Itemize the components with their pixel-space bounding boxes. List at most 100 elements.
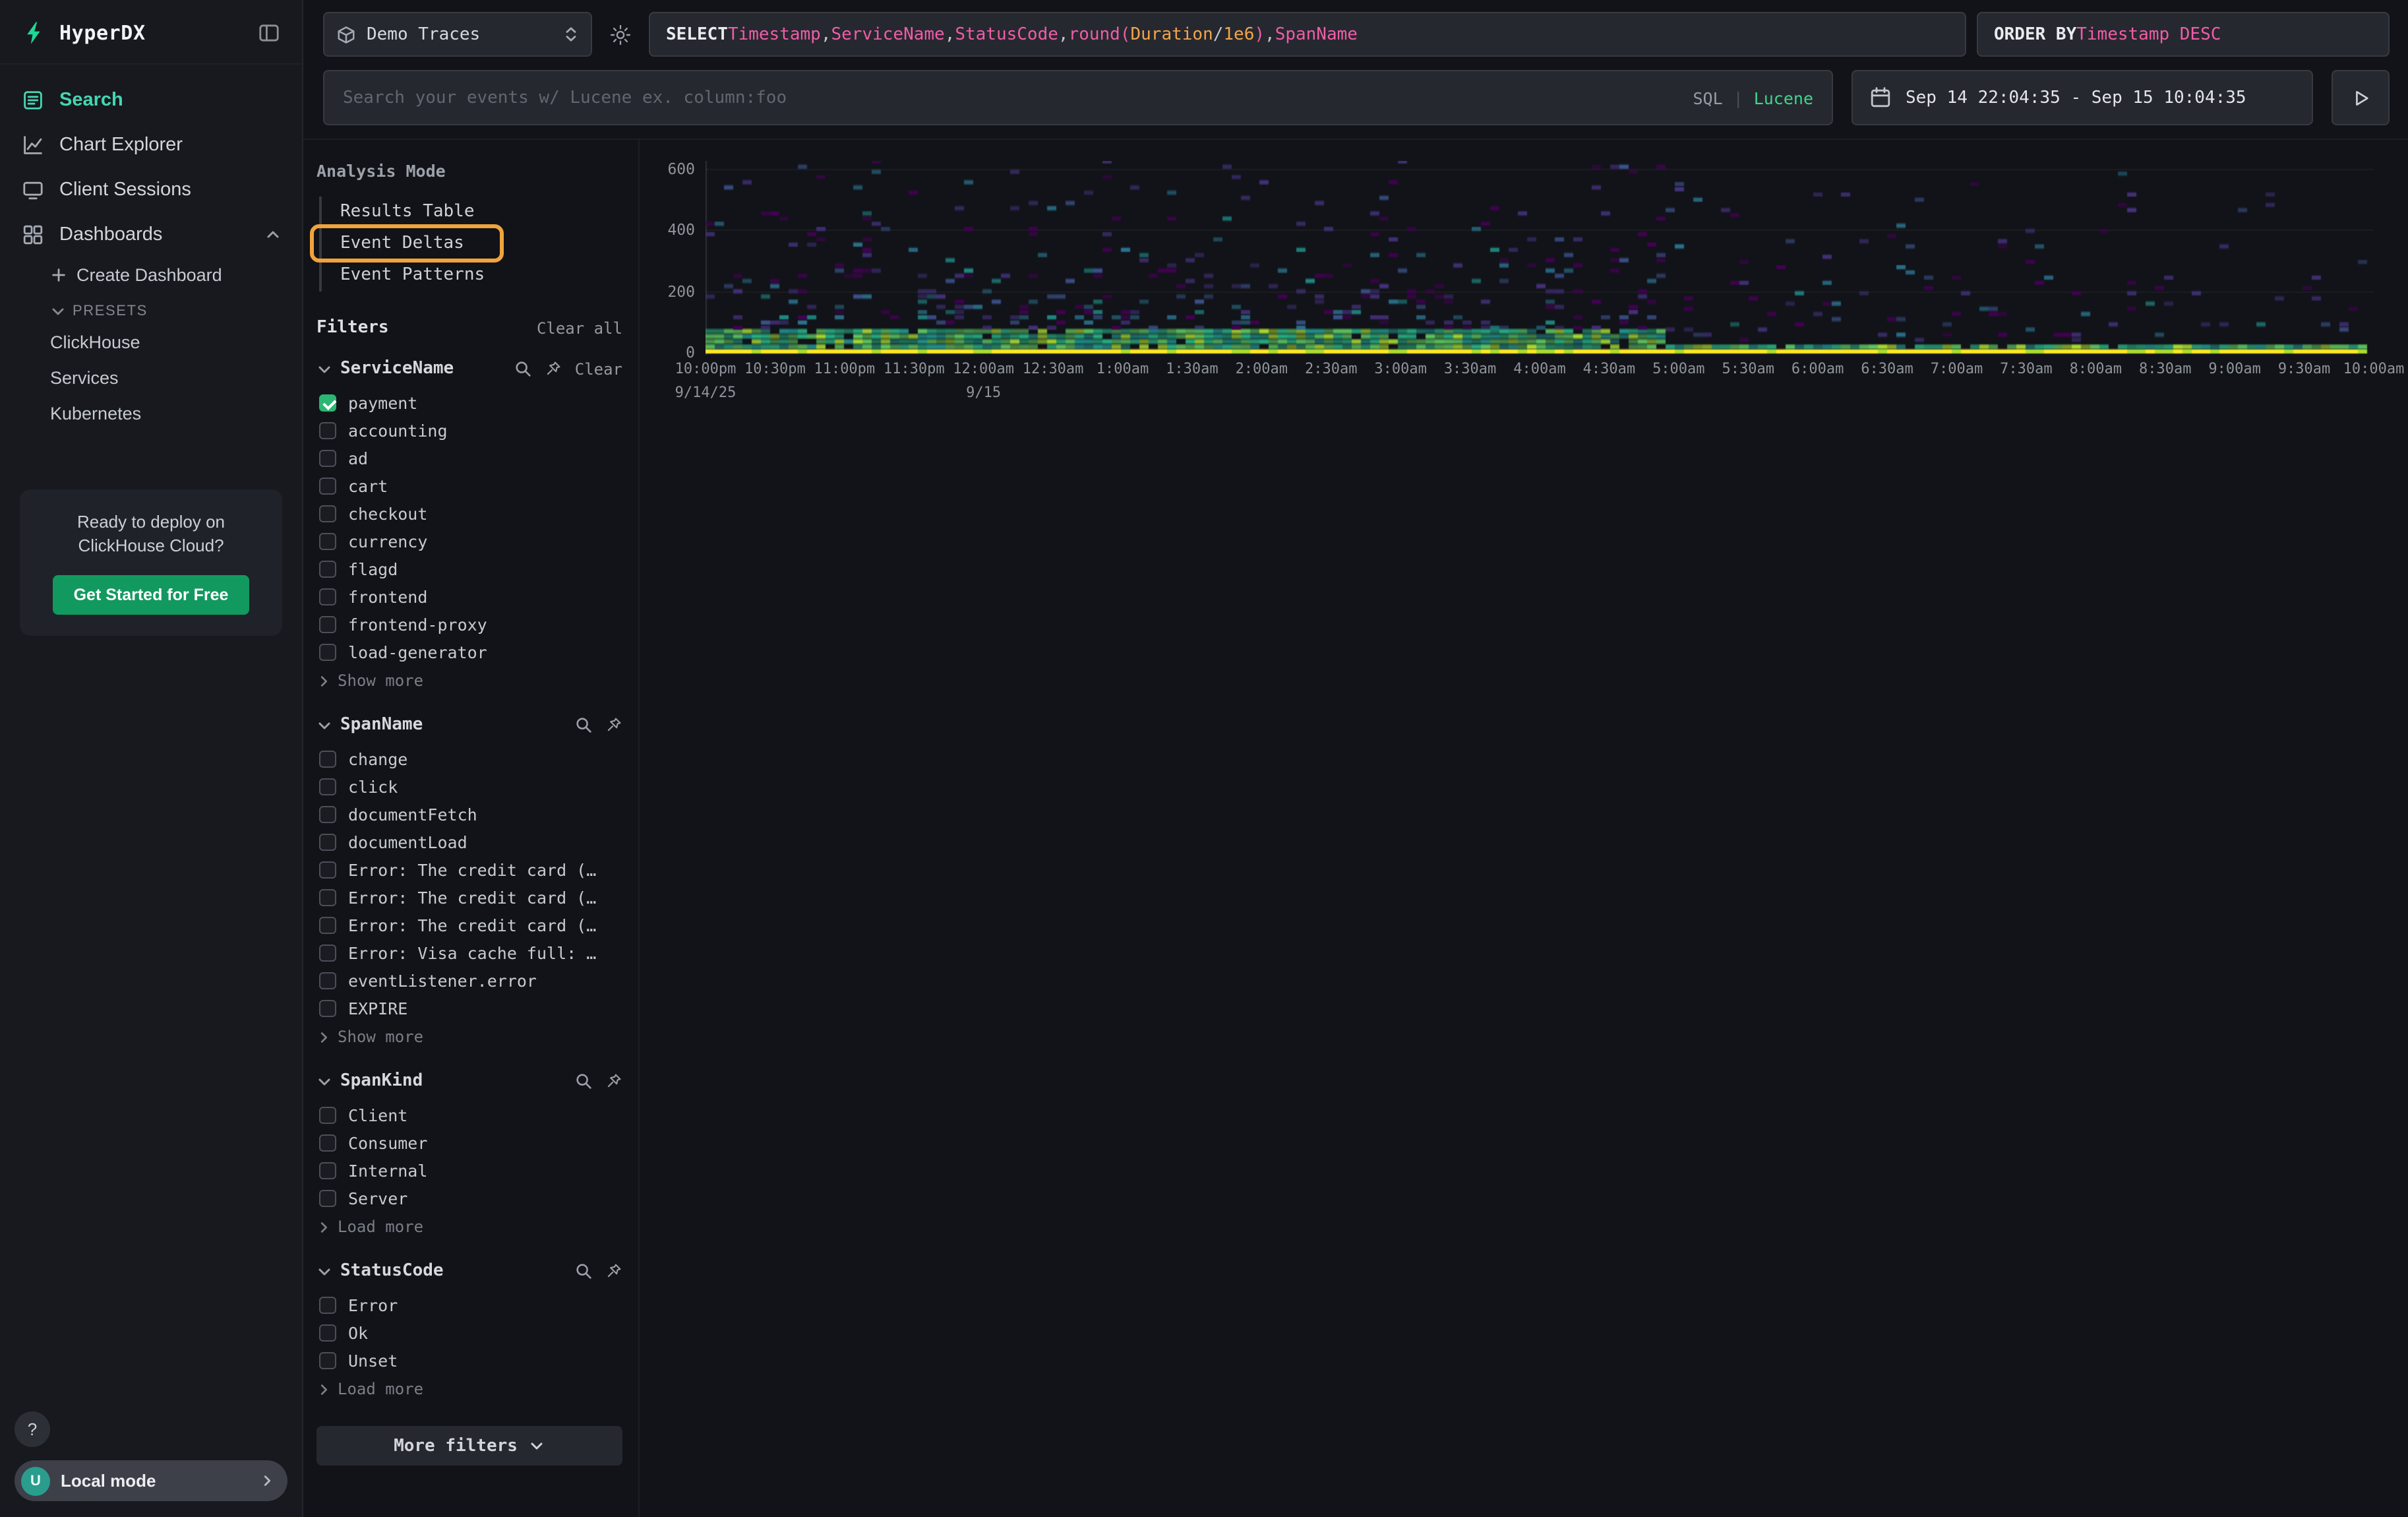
filter-option-load-generator[interactable]: load-generator xyxy=(316,638,622,666)
events-heatmap[interactable] xyxy=(706,161,2374,355)
filter-option-unset[interactable]: Unset xyxy=(316,1347,622,1375)
sidebar-item-services[interactable]: Services xyxy=(0,360,302,396)
sidebar-item-dashboards[interactable]: Dashboards xyxy=(0,212,302,257)
checkbox[interactable] xyxy=(319,1162,336,1179)
checkbox[interactable] xyxy=(319,561,336,578)
checkbox[interactable] xyxy=(319,644,336,661)
load-more-button[interactable]: Load more xyxy=(316,1214,622,1240)
source-select[interactable]: Demo Traces xyxy=(323,12,592,57)
filter-option-click[interactable]: click xyxy=(316,773,622,801)
filter-option-error-the-credit-card[interactable]: Error: The credit card (… xyxy=(316,856,622,884)
filter-section-header[interactable]: SpanName xyxy=(316,715,622,735)
filter-option-error-visa-cache-full[interactable]: Error: Visa cache full: … xyxy=(316,939,622,967)
filter-option-ad[interactable]: ad xyxy=(316,445,622,472)
run-query-button[interactable] xyxy=(2332,70,2390,125)
filter-search-icon[interactable] xyxy=(575,716,592,733)
filter-option-cart[interactable]: cart xyxy=(316,472,622,500)
checkbox[interactable] xyxy=(319,889,336,906)
checkbox[interactable] xyxy=(319,616,336,633)
checkbox[interactable] xyxy=(319,917,336,934)
filter-search-icon[interactable] xyxy=(514,360,531,377)
sidebar-item-create-dashboard[interactable]: Create Dashboard xyxy=(0,257,302,293)
checkbox[interactable] xyxy=(319,972,336,989)
get-started-button[interactable]: Get Started for Free xyxy=(53,576,250,615)
filter-option-consumer[interactable]: Consumer xyxy=(316,1129,622,1157)
lucene-mode-button[interactable]: Lucene xyxy=(1754,88,1813,108)
search-input[interactable] xyxy=(343,88,1679,108)
checkbox[interactable] xyxy=(319,1352,336,1369)
checkbox[interactable] xyxy=(319,778,336,795)
filter-option-frontend[interactable]: frontend xyxy=(316,583,622,611)
show-more-button[interactable]: Show more xyxy=(316,667,622,694)
filter-option-currency[interactable]: currency xyxy=(316,528,622,555)
filter-option-documentfetch[interactable]: documentFetch xyxy=(316,801,622,828)
checkbox[interactable] xyxy=(319,478,336,495)
sidebar-item-clickhouse[interactable]: ClickHouse xyxy=(0,325,302,360)
show-more-button[interactable]: Show more xyxy=(316,1024,622,1050)
checkbox[interactable] xyxy=(319,834,336,851)
order-by-input[interactable]: ORDER BY Timestamp DESC xyxy=(1977,12,2390,57)
sidebar-item-search[interactable]: Search xyxy=(0,78,302,123)
checkbox[interactable] xyxy=(319,806,336,823)
filter-section-header[interactable]: ServiceNameClear xyxy=(316,359,622,379)
filter-option-ok[interactable]: Ok xyxy=(316,1319,622,1347)
filter-search-icon[interactable] xyxy=(575,1262,592,1280)
filter-section-header[interactable]: SpanKind xyxy=(316,1071,622,1091)
checkbox[interactable] xyxy=(319,1107,336,1124)
filter-pin-icon[interactable] xyxy=(545,360,562,377)
local-mode-pill[interactable]: U Local mode xyxy=(15,1460,287,1501)
filter-option-checkout[interactable]: checkout xyxy=(316,500,622,528)
load-more-button[interactable]: Load more xyxy=(316,1376,622,1402)
checkbox[interactable] xyxy=(319,1297,336,1314)
filter-pin-icon[interactable] xyxy=(605,1072,622,1090)
analysis-mode-results-table[interactable]: Results Table xyxy=(322,197,622,228)
filter-option-error-the-credit-card[interactable]: Error: The credit card (… xyxy=(316,912,622,939)
filter-clear-button[interactable]: Clear xyxy=(575,359,622,378)
checkbox[interactable] xyxy=(319,588,336,605)
sql-columns-input[interactable]: SELECT Timestamp, ServiceName, StatusCod… xyxy=(649,12,1966,57)
sidebar-item-presets[interactable]: PRESETS xyxy=(0,293,302,325)
time-range-picker[interactable]: Sep 14 22:04:35 - Sep 15 10:04:35 xyxy=(1851,70,2313,125)
filter-option-accounting[interactable]: accounting xyxy=(316,417,622,445)
filter-option-flagd[interactable]: flagd xyxy=(316,555,622,583)
filter-option-server[interactable]: Server xyxy=(316,1185,622,1212)
checkbox[interactable] xyxy=(319,1134,336,1152)
checkbox[interactable] xyxy=(319,394,336,412)
sidebar-collapse-icon[interactable] xyxy=(257,21,281,45)
filter-option-internal[interactable]: Internal xyxy=(316,1157,622,1185)
filter-option-error-the-credit-card[interactable]: Error: The credit card (… xyxy=(316,884,622,912)
sidebar-item-kubernetes[interactable]: Kubernetes xyxy=(0,396,302,431)
settings-gear-icon[interactable] xyxy=(603,23,638,46)
checkbox[interactable] xyxy=(319,450,336,467)
filter-option-eventlistener-error[interactable]: eventListener.error xyxy=(316,967,622,995)
filter-section-header[interactable]: StatusCode xyxy=(316,1261,622,1281)
analysis-mode-event-patterns[interactable]: Event Patterns xyxy=(322,260,622,292)
checkbox[interactable] xyxy=(319,422,336,439)
more-filters-button[interactable]: More filters xyxy=(316,1426,622,1466)
sql-mode-button[interactable]: SQL xyxy=(1693,88,1722,108)
sidebar-item-client-sessions[interactable]: Client Sessions xyxy=(0,168,302,212)
checkbox[interactable] xyxy=(319,751,336,768)
filter-option-frontend-proxy[interactable]: frontend-proxy xyxy=(316,611,622,638)
help-button[interactable]: ? xyxy=(15,1411,50,1447)
checkbox[interactable] xyxy=(319,533,336,550)
checkbox[interactable] xyxy=(319,1324,336,1342)
checkbox[interactable] xyxy=(319,1000,336,1017)
checkbox[interactable] xyxy=(319,861,336,879)
analysis-mode-event-deltas[interactable]: Event Deltas xyxy=(322,228,622,260)
filter-option-expire[interactable]: EXPIRE xyxy=(316,995,622,1022)
checkbox[interactable] xyxy=(319,505,336,522)
source-icon xyxy=(336,24,356,44)
checkbox[interactable] xyxy=(319,1190,336,1207)
filter-search-icon[interactable] xyxy=(575,1072,592,1090)
filter-option-error[interactable]: Error xyxy=(316,1291,622,1319)
filter-option-change[interactable]: change xyxy=(316,745,622,773)
filter-option-client[interactable]: Client xyxy=(316,1101,622,1129)
filter-pin-icon[interactable] xyxy=(605,1262,622,1280)
filter-option-payment[interactable]: payment xyxy=(316,389,622,417)
checkbox[interactable] xyxy=(319,944,336,962)
clear-all-button[interactable]: Clear all xyxy=(537,319,622,337)
sidebar-item-chart-explorer[interactable]: Chart Explorer xyxy=(0,123,302,168)
filter-pin-icon[interactable] xyxy=(605,716,622,733)
filter-option-documentload[interactable]: documentLoad xyxy=(316,828,622,856)
